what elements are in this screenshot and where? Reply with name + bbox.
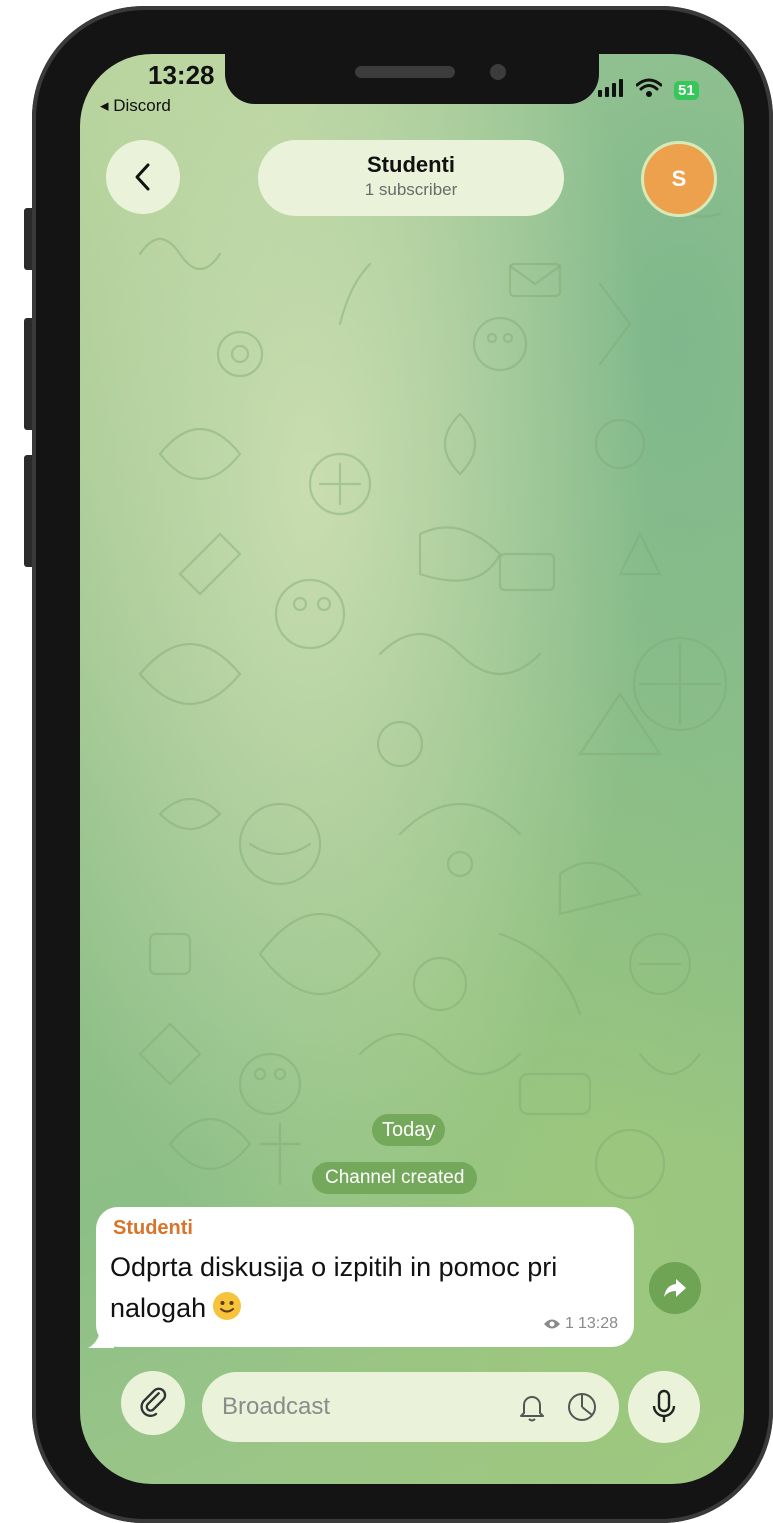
- back-chevron-icon: [135, 163, 150, 191]
- signal-icon: [598, 79, 624, 102]
- broadcast-input[interactable]: Broadcast: [202, 1372, 619, 1442]
- speaker-grille: [355, 66, 455, 78]
- paperclip-icon: [140, 1387, 167, 1417]
- smiley-emoji: [213, 1292, 242, 1320]
- channel-avatar[interactable]: S: [641, 141, 717, 217]
- channel-title: Studenti: [367, 152, 455, 177]
- channel-title-pill[interactable]: Studenti 1 subscriber: [258, 140, 564, 216]
- attach-button[interactable]: [121, 1371, 185, 1435]
- message-text: Odprta diskusija o izpitih in pomoc pri …: [110, 1252, 558, 1323]
- back-button[interactable]: [106, 140, 180, 214]
- share-arrow-icon: [664, 1279, 686, 1297]
- broadcast-placeholder: Broadcast: [222, 1393, 331, 1420]
- message-time: 13:28: [577, 1315, 618, 1332]
- share-button[interactable]: [649, 1262, 701, 1314]
- timer-icon[interactable]: [566, 1391, 598, 1423]
- subscriber-count: 1 subscriber: [364, 180, 458, 199]
- avatar-letter: S: [671, 166, 687, 191]
- message-bubble[interactable]: Studenti Odprta diskusija o izpitih in p…: [96, 1207, 634, 1347]
- microphone-icon: [652, 1389, 676, 1422]
- message-meta: 1 13:28: [543, 1315, 618, 1333]
- wifi-icon: [635, 78, 663, 103]
- service-message: Channel created: [312, 1162, 478, 1194]
- eye-icon: [544, 1319, 561, 1329]
- status-time: 13:28: [148, 60, 215, 90]
- front-camera: [490, 64, 506, 80]
- message-sender: Studenti: [113, 1217, 193, 1239]
- bell-icon[interactable]: [518, 1392, 546, 1422]
- voice-message-button[interactable]: [628, 1371, 700, 1443]
- back-to-app-link[interactable]: ◂ Discord: [100, 96, 171, 116]
- view-count: 1: [565, 1315, 574, 1332]
- battery-indicator: 51: [674, 81, 699, 100]
- date-chip: Today: [372, 1114, 446, 1146]
- status-indicators: 51: [598, 78, 699, 103]
